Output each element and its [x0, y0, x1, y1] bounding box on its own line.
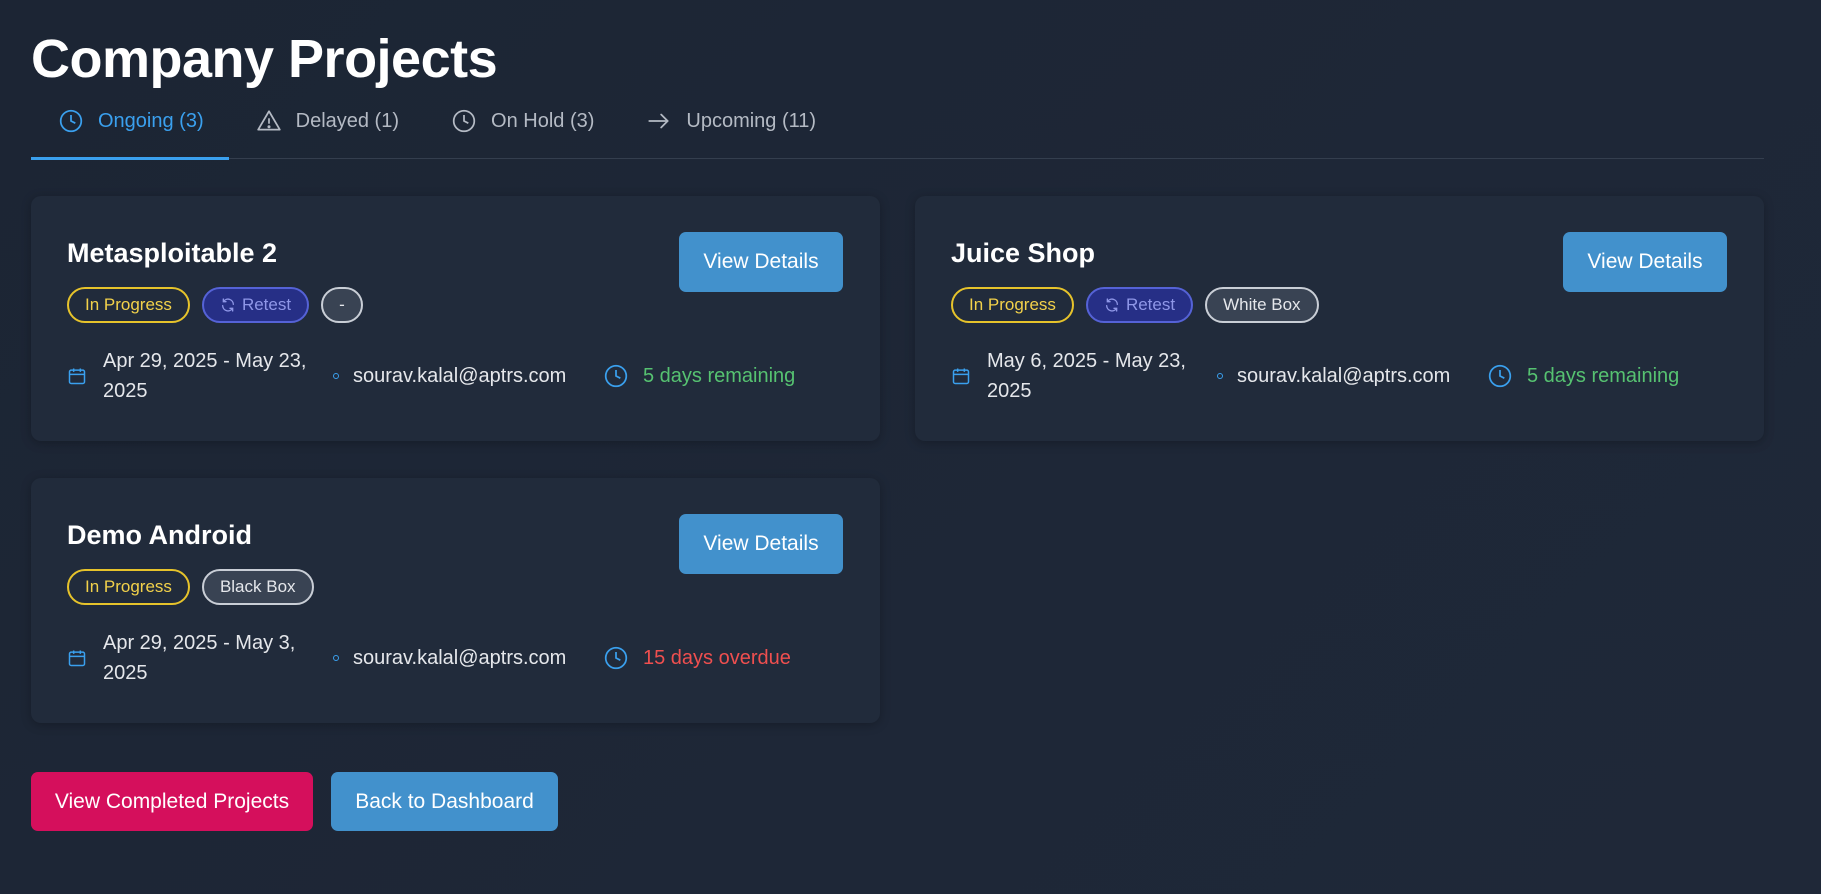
date-range: Apr 29, 2025 - May 3, 2025 — [103, 632, 296, 684]
project-meta: Apr 29, 2025 - May 3, 2025 sourav.kalal@… — [67, 628, 791, 688]
arrow-right-icon — [646, 108, 672, 134]
back-to-dashboard-button[interactable]: Back to Dashboard — [331, 772, 558, 831]
project-dates: Apr 29, 2025 - May 23, 2025 — [67, 346, 333, 406]
retest-label: Retest — [241, 295, 292, 314]
calendar-icon — [67, 648, 87, 668]
calendar-icon — [67, 366, 87, 386]
tab-label: Delayed (1) — [295, 110, 400, 132]
refresh-icon — [1104, 297, 1120, 313]
warning-icon — [256, 108, 282, 134]
refresh-icon — [220, 297, 236, 313]
status-badge: In Progress — [951, 287, 1074, 323]
project-card: Juice Shop View Details In Progress Rete… — [915, 196, 1764, 441]
project-title: Juice Shop — [951, 238, 1096, 268]
remaining-text: 5 days remaining — [643, 364, 796, 387]
project-card: Metasploitable 2 View Details In Progres… — [31, 196, 880, 441]
status-badge: In Progress — [67, 569, 190, 605]
project-card: Demo Android View Details In Progress Bl… — [31, 478, 880, 723]
view-completed-projects-button[interactable]: View Completed Projects — [31, 772, 313, 831]
tab-ongoing[interactable]: Ongoing (3) — [31, 100, 229, 160]
page-title: Company Projects — [31, 29, 498, 89]
project-badges: In Progress Black Box — [67, 569, 314, 605]
project-badges: In Progress Retest - — [67, 287, 363, 323]
retest-label: Retest — [1125, 295, 1176, 314]
project-owner: sourav.kalal@aptrs.com — [333, 647, 603, 670]
status-badge: In Progress — [67, 287, 190, 323]
user-dot-icon — [333, 373, 339, 379]
project-title: Demo Android — [67, 520, 252, 550]
time-remaining: 5 days remaining — [603, 363, 795, 389]
test-type-badge: Black Box — [201, 569, 314, 605]
calendar-icon — [951, 366, 971, 386]
test-type-badge: - — [321, 287, 363, 323]
user-dot-icon — [333, 655, 339, 661]
project-owner: sourav.kalal@aptrs.com — [1217, 365, 1487, 388]
date-range: May 6, 2025 - May 23, 2025 — [987, 350, 1186, 402]
view-details-button[interactable]: View Details — [679, 514, 843, 574]
time-remaining: 5 days remaining — [1487, 363, 1679, 389]
retest-badge: Retest — [201, 287, 310, 323]
clock-icon — [451, 108, 477, 134]
project-dates: Apr 29, 2025 - May 3, 2025 — [67, 628, 333, 688]
project-tabs: Ongoing (3) Delayed (1) On Hold (3) Upco… — [31, 100, 1764, 160]
view-details-button[interactable]: View Details — [679, 232, 843, 292]
project-dates: May 6, 2025 - May 23, 2025 — [951, 346, 1217, 406]
remaining-text: 5 days remaining — [1527, 364, 1680, 387]
tab-label: Ongoing (3) — [98, 110, 204, 132]
clock-icon — [1487, 363, 1513, 389]
project-title: Metasploitable 2 — [67, 238, 278, 268]
project-badges: In Progress Retest White Box — [951, 287, 1319, 323]
date-range: Apr 29, 2025 - May 23, 2025 — [103, 350, 307, 402]
overdue-text: 15 days overdue — [643, 646, 791, 669]
owner-email: sourav.kalal@aptrs.com — [1237, 364, 1451, 387]
project-owner: sourav.kalal@aptrs.com — [333, 365, 603, 388]
tab-upcoming[interactable]: Upcoming (11) — [619, 100, 841, 159]
clock-icon — [603, 645, 629, 671]
test-type-badge: White Box — [1205, 287, 1319, 323]
clock-icon — [58, 108, 84, 134]
project-meta: May 6, 2025 - May 23, 2025 sourav.kalal@… — [951, 346, 1679, 406]
tab-delayed[interactable]: Delayed (1) — [229, 100, 424, 159]
tab-label: On Hold (3) — [491, 110, 595, 132]
time-remaining: 15 days overdue — [603, 645, 791, 671]
owner-email: sourav.kalal@aptrs.com — [353, 646, 567, 669]
owner-email: sourav.kalal@aptrs.com — [353, 364, 567, 387]
user-dot-icon — [1217, 373, 1223, 379]
tab-on-hold[interactable]: On Hold (3) — [424, 100, 619, 159]
view-details-button[interactable]: View Details — [1563, 232, 1727, 292]
tab-label: Upcoming (11) — [686, 110, 817, 132]
retest-badge: Retest — [1085, 287, 1194, 323]
project-meta: Apr 29, 2025 - May 23, 2025 sourav.kalal… — [67, 346, 795, 406]
clock-icon — [603, 363, 629, 389]
